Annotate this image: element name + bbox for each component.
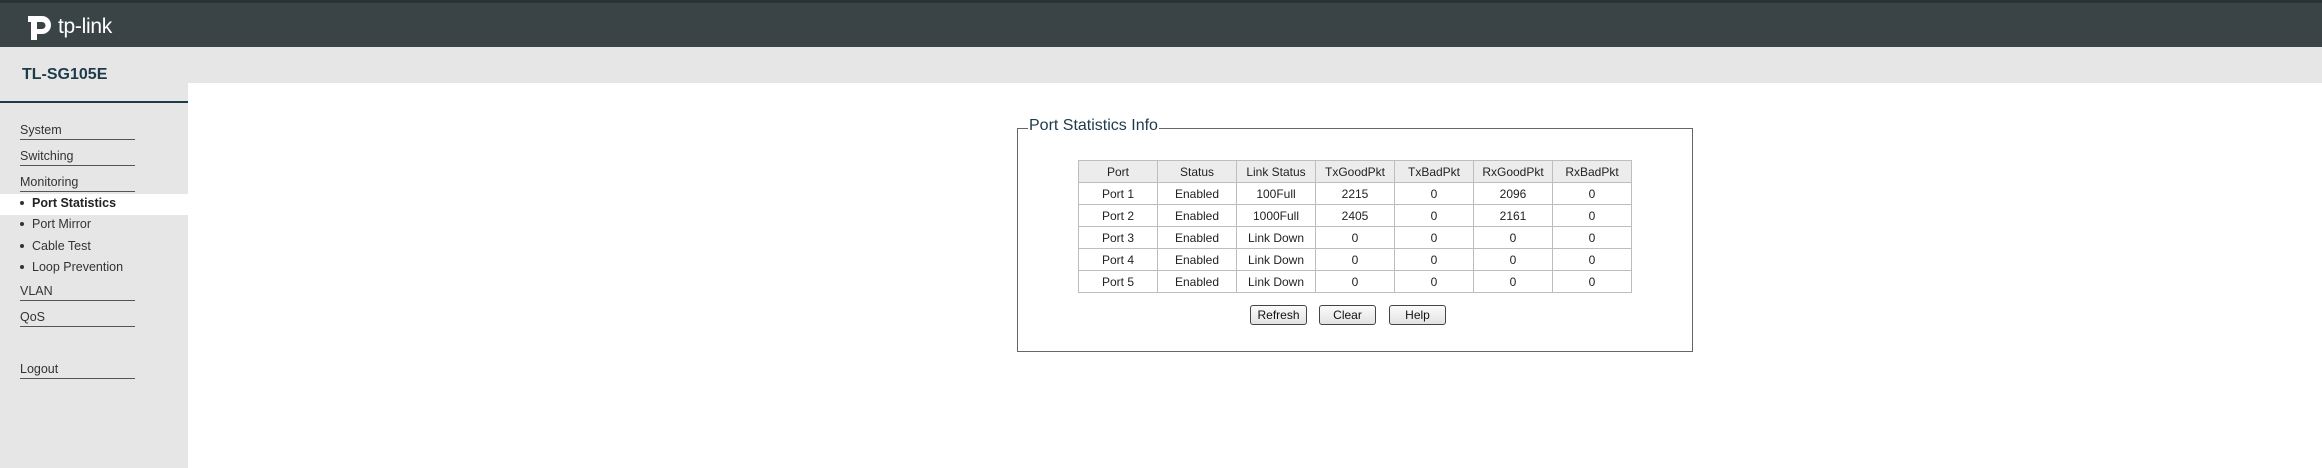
- subitem-label: Loop Prevention: [32, 260, 124, 274]
- sidebar-item-monitoring[interactable]: Monitoring: [20, 175, 135, 192]
- clear-button[interactable]: Clear: [1319, 305, 1376, 325]
- table-row: Port 4 Enabled Link Down 0 0 0 0: [1078, 248, 1632, 271]
- table-cell: 0: [1473, 226, 1553, 249]
- table-cell: 0: [1315, 226, 1395, 249]
- subitem-label: Port Mirror: [32, 217, 92, 231]
- table-cell: 0: [1394, 182, 1474, 205]
- table-cell: 100Full: [1236, 182, 1316, 205]
- bullet-icon: [20, 221, 24, 226]
- table-cell: Port 2: [1078, 204, 1158, 227]
- table-cell: 2096: [1473, 182, 1553, 205]
- table-cell: 0: [1552, 248, 1632, 271]
- tp-link-logo: tp-link: [22, 12, 112, 42]
- table-cell: 2161: [1473, 204, 1553, 227]
- table-cell: 0: [1473, 248, 1553, 271]
- sidebar: [0, 83, 188, 468]
- bullet-icon: [20, 200, 24, 205]
- table-cell: Enabled: [1157, 182, 1237, 205]
- table-cell: 2215: [1315, 182, 1395, 205]
- table-row: Port 5 Enabled Link Down 0 0 0 0: [1078, 270, 1632, 293]
- device-name: TL-SG105E: [22, 66, 108, 83]
- table-cell: Link Down: [1236, 226, 1316, 249]
- table-cell: Enabled: [1157, 248, 1237, 271]
- column-header: Port: [1078, 160, 1158, 183]
- table-cell: Port 1: [1078, 182, 1158, 205]
- table-row: Port 3 Enabled Link Down 0 0 0 0: [1078, 226, 1632, 249]
- table-cell: 0: [1394, 270, 1474, 293]
- table-cell: 0: [1394, 204, 1474, 227]
- table-cell: Port 4: [1078, 248, 1158, 271]
- table-cell: 0: [1552, 270, 1632, 293]
- sidebar-item-qos[interactable]: QoS: [20, 310, 135, 327]
- table-cell: 0: [1552, 226, 1632, 249]
- sidebar-subitem-port-mirror[interactable]: Port Mirror: [20, 217, 91, 231]
- table-header-row: Port Status Link Status TxGoodPkt TxBadP…: [1078, 160, 1632, 183]
- tp-link-logo-icon: [28, 16, 51, 40]
- sidebar-item-vlan[interactable]: VLAN: [20, 284, 135, 301]
- table-cell: Enabled: [1157, 226, 1237, 249]
- column-header: RxBadPkt: [1552, 160, 1632, 183]
- sidebar-subitem-loop-prevention[interactable]: Loop Prevention: [20, 260, 123, 274]
- table-cell: 0: [1315, 248, 1395, 271]
- table-cell: Link Down: [1236, 248, 1316, 271]
- table-cell: 0: [1552, 182, 1632, 205]
- subitem-label: Cable Test: [32, 239, 91, 253]
- sidebar-item-switching[interactable]: Switching: [20, 149, 135, 166]
- device-bar: [0, 47, 2322, 83]
- sidebar-subitem-port-statistics[interactable]: Port Statistics: [20, 196, 116, 210]
- subitem-label: Port Statistics: [32, 196, 117, 210]
- column-header: TxBadPkt: [1394, 160, 1474, 183]
- table-cell: Enabled: [1157, 204, 1237, 227]
- bullet-icon: [20, 243, 24, 248]
- sidebar-subitem-cable-test[interactable]: Cable Test: [20, 239, 91, 253]
- table-cell: Port 5: [1078, 270, 1158, 293]
- column-header: RxGoodPkt: [1473, 160, 1553, 183]
- column-header: Link Status: [1236, 160, 1316, 183]
- bullet-icon: [20, 264, 24, 269]
- column-header: Status: [1157, 160, 1237, 183]
- sidebar-item-system[interactable]: System: [20, 123, 135, 140]
- table-cell: Port 3: [1078, 226, 1158, 249]
- table-cell: Enabled: [1157, 270, 1237, 293]
- table-cell: 0: [1394, 248, 1474, 271]
- table-cell: 0: [1552, 204, 1632, 227]
- table-cell: Link Down: [1236, 270, 1316, 293]
- table-cell: 0: [1394, 226, 1474, 249]
- table-row: Port 2 Enabled 1000Full 2405 0 2161 0: [1078, 204, 1632, 227]
- help-button[interactable]: Help: [1389, 305, 1446, 325]
- refresh-button[interactable]: Refresh: [1250, 305, 1307, 325]
- table-cell: 1000Full: [1236, 204, 1316, 227]
- panel-title: Port Statistics Info: [1028, 117, 1159, 135]
- sidebar-item-logout[interactable]: Logout: [20, 362, 135, 379]
- table-row: Port 1 Enabled 100Full 2215 0 2096 0: [1078, 182, 1632, 205]
- logo-text: tp-link: [58, 15, 112, 38]
- column-header: TxGoodPkt: [1315, 160, 1395, 183]
- top-bar: tp-link: [0, 0, 2322, 47]
- table-cell: 2405: [1315, 204, 1395, 227]
- sidebar-divider: [0, 101, 188, 103]
- port-statistics-table: Port Status Link Status TxGoodPkt TxBadP…: [1078, 160, 1632, 293]
- table-cell: 0: [1315, 270, 1395, 293]
- table-cell: 0: [1473, 270, 1553, 293]
